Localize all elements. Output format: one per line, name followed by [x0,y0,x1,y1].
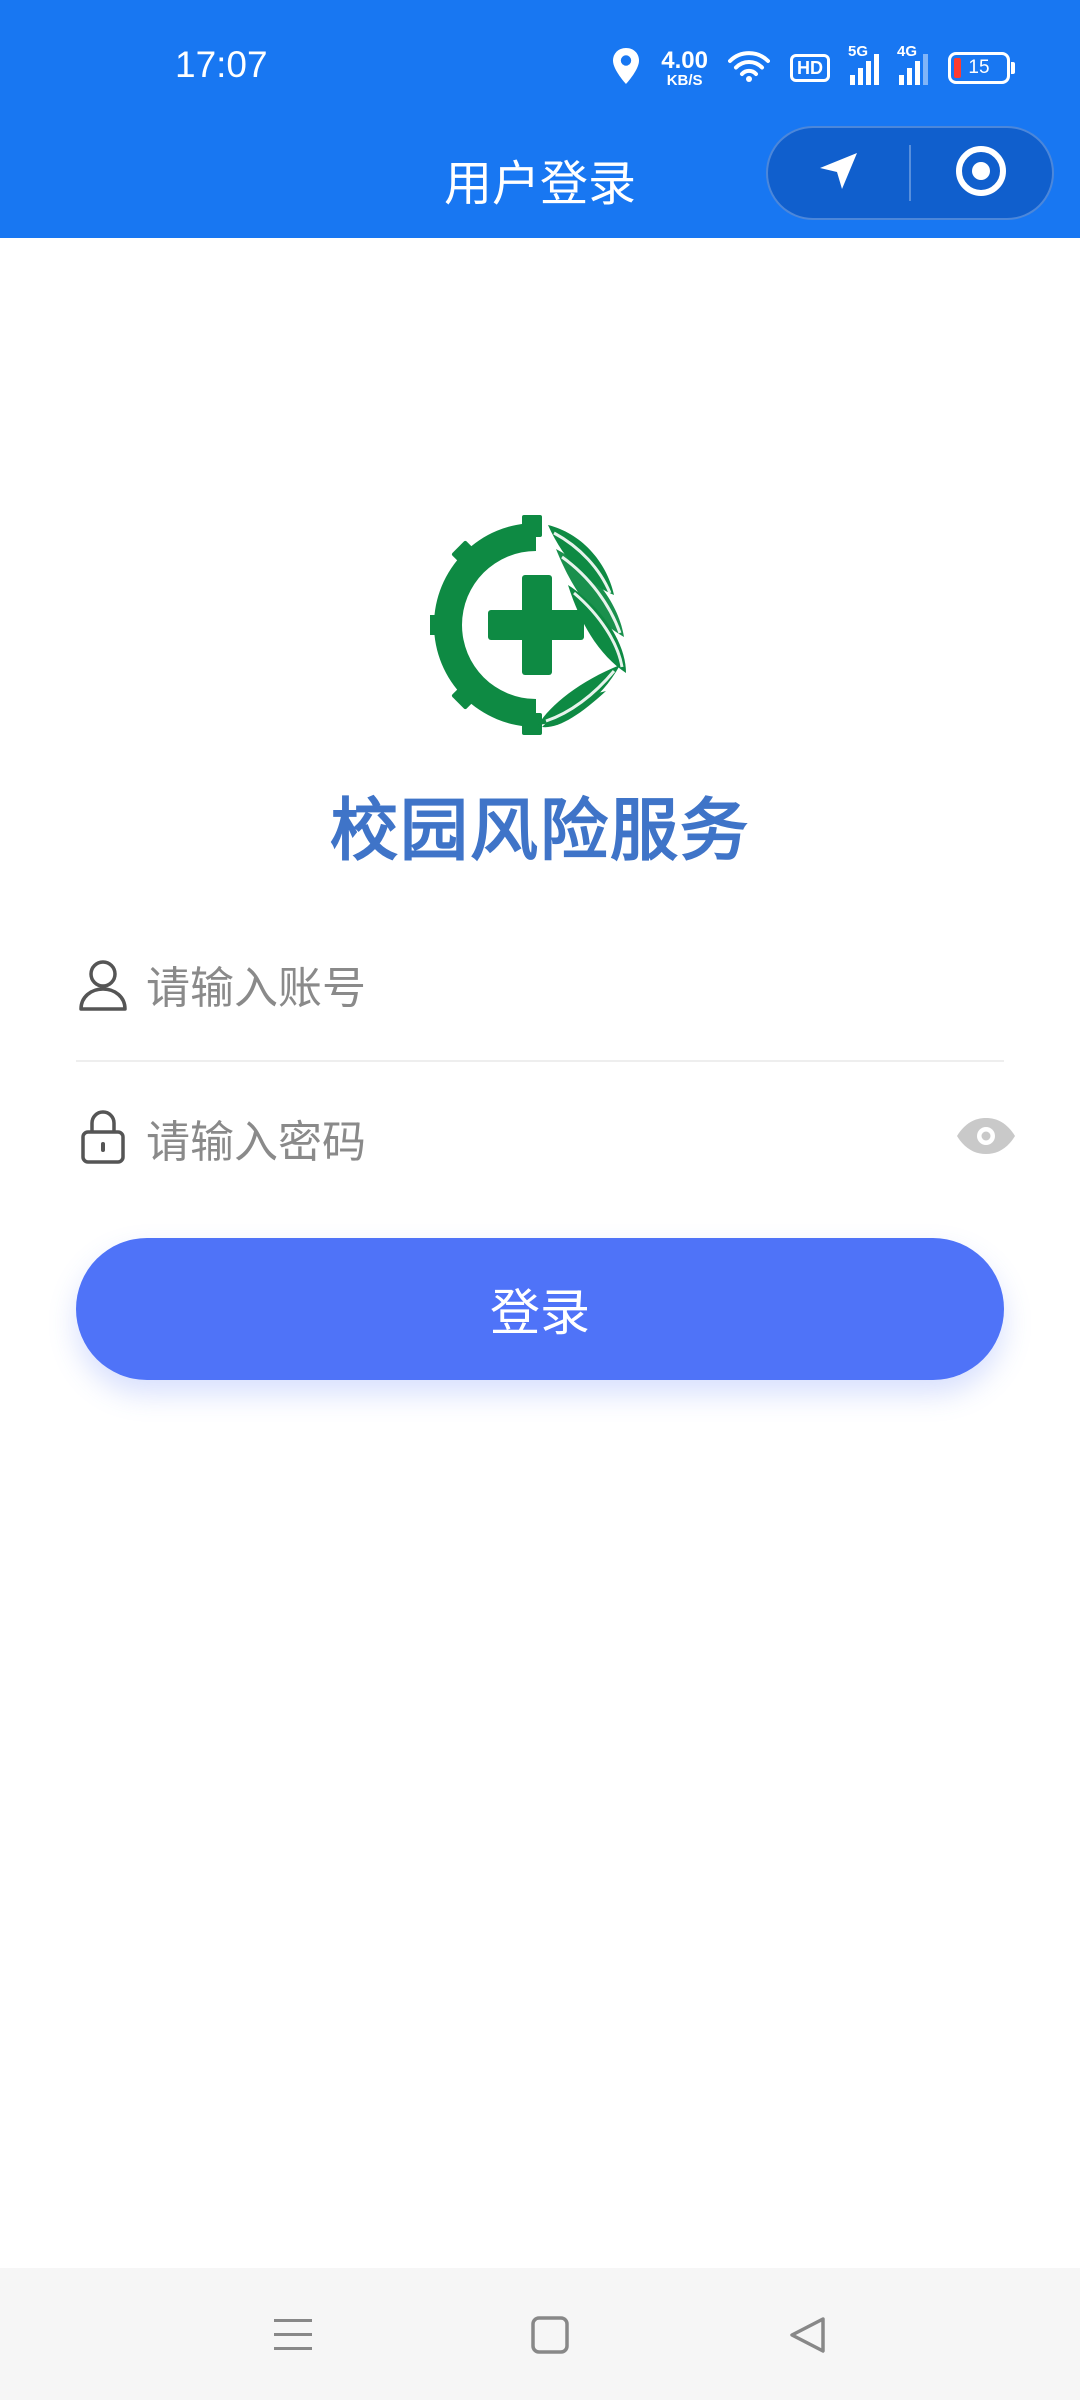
navigate-arrow-icon [816,148,862,198]
password-input[interactable] [146,1112,926,1172]
user-icon [78,958,128,1016]
target-circle-icon [953,143,1009,203]
field-divider [76,1060,1004,1062]
location-pin-icon [611,47,641,89]
lock-icon [80,1108,126,1168]
login-button[interactable]: 登录 [76,1238,1004,1380]
hd-icon: HD [790,54,830,82]
signal-icon: 4G [897,43,928,85]
status-icons: 4.00 KB/S HD 5G 4G 15 [611,43,1015,92]
app-header: 17:07 4.00 KB/S HD 5G 4G 15 用户登录 [0,0,1080,238]
menu-icon[interactable] [258,2300,328,2370]
app-logo [426,515,650,735]
home-square-icon[interactable] [515,2300,585,2370]
app-name: 校园风险服务 [329,792,750,871]
navigate-button[interactable] [768,128,909,218]
eye-icon[interactable] [955,1116,1017,1160]
back-triangle-icon[interactable] [772,2300,842,2370]
wifi-icon [728,49,770,87]
signal-icon: 5G [848,43,879,85]
close-program-button[interactable] [911,128,1052,218]
status-time: 17:07 [175,44,268,85]
battery-icon: 15 [948,52,1015,84]
account-input[interactable] [146,958,906,1018]
net-speed: 4.00 KB/S [661,46,708,89]
system-nav-bar [0,2268,1080,2400]
mini-program-capsule [766,126,1054,220]
